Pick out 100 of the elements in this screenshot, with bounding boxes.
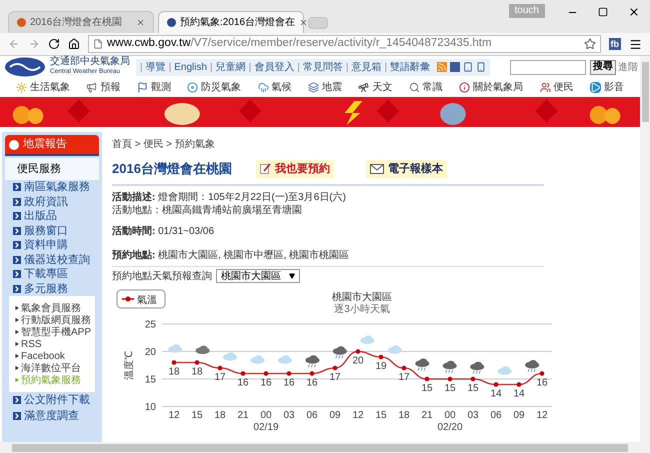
sidebar-link[interactable]: 滿意度調查 [5,408,99,423]
separator: | [248,60,252,74]
browser-tab[interactable]: 預約氣象:2016台灣燈會在 [158,11,304,33]
tablet-icon[interactable] [463,62,474,72]
sidebar-link[interactable]: 南區氣象服務 [5,180,99,194]
sidebar-link[interactable]: 政府資訊 [5,194,99,209]
bullet-icon [13,270,21,278]
submenu-item[interactable]: 氣象會員服務 [15,302,89,314]
submenu-item[interactable]: 行動版網頁服務 [15,314,89,326]
nav-item[interactable]: 預報 [86,80,120,95]
people-icon [540,82,551,93]
logo-title: 交通部中央氣象局 [50,57,130,67]
telescope-icon [358,82,370,93]
tab-title: 預約氣象:2016台灣燈會在 [180,16,296,30]
close-icon[interactable] [299,18,308,27]
bullet-icon [13,396,21,404]
sidebar-link[interactable]: 服務窗口 [5,224,99,238]
nav-item[interactable]: 生活氣象 [16,80,70,95]
separator: | [140,60,143,74]
bullet-icon [13,226,21,235]
nav-item[interactable]: 觀測 [136,80,171,95]
axis-tick-label: 21 [237,410,249,420]
info-icon [459,82,470,93]
sidebar-link[interactable]: 出版品 [5,209,99,224]
sidebar-heading: 便民服務 [5,158,99,180]
axis-tick-label: 20 [144,346,156,358]
phone-icon[interactable] [476,62,486,72]
vertical-scrollbar[interactable] [640,56,650,453]
location-select[interactable]: 桃園市大園區 [216,269,300,283]
nav-item[interactable]: 影音 [590,80,624,95]
sun-icon [16,82,27,93]
axis-tick-label: 18 [398,410,410,420]
maximize-icon[interactable] [598,7,608,17]
data-label: 15 [421,382,433,394]
close-icon[interactable] [628,6,640,18]
nav-item[interactable]: 防災氣象 [187,80,242,95]
axis-tick-label: 06 [490,410,502,420]
data-point [470,376,476,381]
cloud-rain-icon [258,82,269,93]
axis-tick-label: 15 [144,374,156,385]
data-point [194,360,200,364]
sidebar-link[interactable]: 公文附件下載 [5,393,99,408]
submenu-item[interactable]: Facebook [15,350,89,362]
earthquake-report-button[interactable]: 地震報告 [5,135,99,156]
horizontal-scrollbar[interactable] [0,442,640,453]
nav-item[interactable]: 關於氣象局 [459,80,524,95]
data-label: 17 [329,372,341,382]
header-link[interactable]: English [174,60,208,74]
data-point [218,365,222,370]
envelope-icon [370,164,384,174]
data-label: 16 [237,377,249,388]
reserve-button[interactable]: 我也要預約 [256,160,334,178]
nav-item[interactable]: 常識 [408,80,443,95]
extension-button[interactable]: fb [608,38,621,50]
data-label: 16 [306,377,318,388]
header-link[interactable]: 兒童網 [216,60,246,74]
header-link[interactable]: 導覽 [146,60,166,74]
header-link[interactable]: 意見箱 [351,60,382,74]
search-button[interactable]: 搜尋 [590,60,616,74]
data-label: 20 [352,355,364,366]
advanced-search-link[interactable]: 進階 [618,60,638,74]
axis-tick-label: 00 [260,410,272,420]
sidebar-link[interactable]: 多元服務 [5,282,99,296]
bullet-icon [13,284,21,293]
home-icon[interactable] [68,38,80,50]
submenu-item[interactable]: 智慧型手機APP [15,326,89,338]
nav-item[interactable]: 氣候 [258,80,292,95]
nav-item[interactable]: 地震 [308,80,342,95]
bullet-icon [15,342,19,346]
header-link[interactable]: 會員登入 [254,60,294,74]
nav-item[interactable]: 天文 [358,80,392,95]
bullet-icon [15,330,19,334]
newsletter-button[interactable]: 電子報樣本 [366,160,447,178]
axis-tick-label: 00 [444,410,456,420]
query-label: 預約地點天氣預報查詢 [112,270,212,284]
sidebar-link[interactable]: 下載專區 [5,267,99,282]
chart-legend[interactable]: 氣溫 [116,289,166,308]
chart-subtitle: 逐3小時天氣 [334,304,390,314]
data-label: 18 [168,366,180,377]
sidebar-link[interactable]: 儀器送校查詢 [5,252,99,267]
submenu-item[interactable]: 海洋數位平台 [15,362,89,374]
separator: | [384,60,388,74]
header-link[interactable]: 雙語辭彙 [390,60,430,74]
search-field[interactable] [510,60,586,74]
nav-item[interactable]: 便民 [540,80,574,95]
axis-tick-label: 06 [306,410,318,420]
data-point [172,360,176,364]
address-bar[interactable]: www.cwb.gov.tw/V7/service/member/reserve/activity/r_1454048723435.htm [88,35,600,53]
sidebar-link[interactable]: 資料申購 [5,238,99,252]
submenu-item[interactable]: RSS [15,338,89,350]
reload-icon[interactable] [48,38,60,50]
menu-icon[interactable] [629,38,642,50]
bullet-icon [15,354,19,358]
axis-tick-label: 15 [375,410,387,420]
bullet-icon [15,318,19,322]
legend-label: 氣溫 [137,294,157,306]
header-link[interactable]: 常見問答 [302,60,343,74]
browser-tab[interactable]: 2016台灣燈會在桃園 [8,11,154,33]
star-icon[interactable] [584,38,596,50]
axis-title: 溫度℃ [124,350,135,380]
